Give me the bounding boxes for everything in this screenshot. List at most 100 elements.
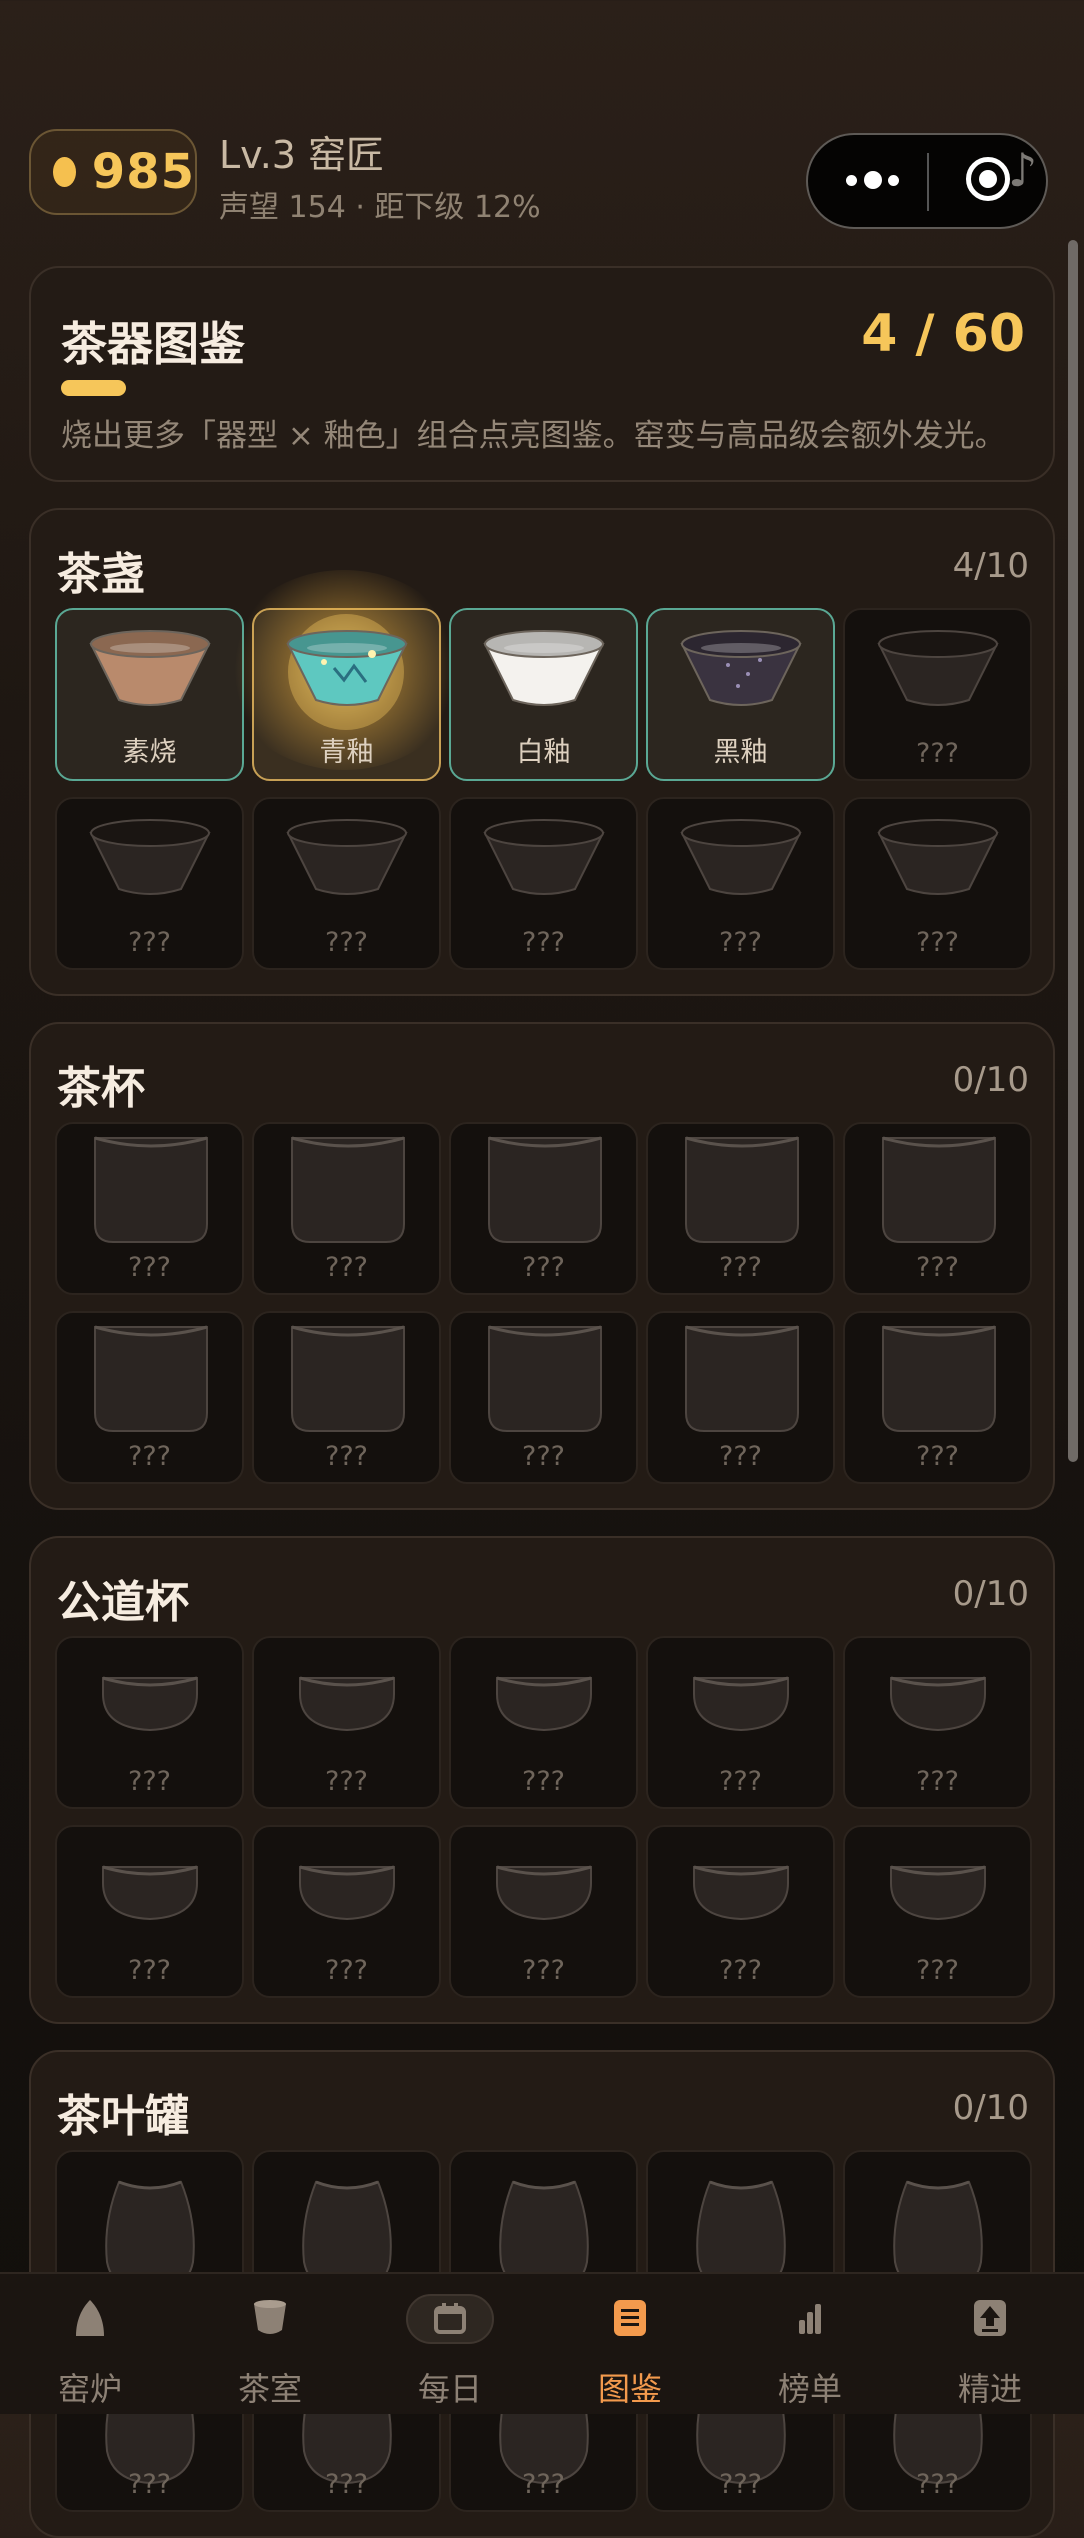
tab-label: 精进: [957, 2370, 1022, 2408]
level-title: Lv.3 窑匠: [219, 133, 385, 177]
catalog-item[interactable]: ???: [646, 1636, 835, 1809]
music-note-icon: ♪: [1008, 143, 1038, 197]
tab-kiln[interactable]: 窑炉: [0, 2274, 180, 2414]
section-tea-cup: 茶杯 0/10 ??? ??? ??? ??? ??? ??? ??? ??? …: [29, 1022, 1055, 1510]
catalog-item-label: ???: [719, 1252, 762, 1283]
section-title: 茶叶罐: [57, 2091, 189, 2142]
catalog-item[interactable]: ???: [252, 1825, 441, 1998]
catalog-icon: [614, 2300, 646, 2336]
tab-label: 榜单: [777, 2370, 842, 2408]
tab-upgrade[interactable]: 精进: [900, 2274, 1080, 2414]
tab-label: 茶室: [237, 2370, 302, 2408]
catalog-item[interactable]: 素烧: [55, 608, 244, 781]
scrollbar[interactable]: [1068, 240, 1078, 1462]
catalog-item-label: 素烧: [122, 737, 177, 768]
catalog-item[interactable]: ???: [646, 1122, 835, 1295]
catalog-item[interactable]: ???: [843, 1122, 1032, 1295]
section-title: 公道杯: [57, 1577, 189, 1628]
catalog-item-label: ???: [522, 2469, 565, 2500]
catalog-title: 茶器图鉴: [61, 317, 245, 371]
section-title: 茶杯: [57, 1063, 145, 1114]
catalog-item-label: ???: [916, 738, 959, 769]
upgrade-icon: [974, 2300, 1006, 2336]
section-fair-cup: 公道杯 0/10 ??? ??? ??? ??? ??? ??? ??? ???…: [29, 1536, 1055, 2024]
bottom-tab-bar: 窑炉 茶室 每日 图鉴 榜单 精进: [0, 2272, 1084, 2414]
catalog-item[interactable]: ???: [55, 1311, 244, 1484]
catalog-item[interactable]: ???: [843, 608, 1032, 781]
catalog-item-label: 黑釉: [713, 737, 768, 768]
catalog-item-label: ???: [522, 1955, 565, 1986]
catalog-item[interactable]: 白釉: [449, 608, 638, 781]
catalog-item[interactable]: ???: [252, 1311, 441, 1484]
catalog-item[interactable]: ???: [252, 1122, 441, 1295]
catalog-item-label: ???: [719, 927, 762, 958]
catalog-item-label: ???: [719, 1766, 762, 1797]
mini-program-capsule: ♪: [806, 133, 1048, 229]
ranking-icon: [799, 2304, 821, 2334]
section-count: 0/10: [952, 1574, 1029, 1614]
catalog-item[interactable]: ???: [55, 797, 244, 970]
tab-daily[interactable]: 每日: [360, 2274, 540, 2414]
catalog-item[interactable]: ???: [449, 1311, 638, 1484]
catalog-item[interactable]: ???: [449, 1636, 638, 1809]
catalog-item[interactable]: ???: [449, 1122, 638, 1295]
catalog-item[interactable]: ???: [449, 797, 638, 970]
catalog-item-label: 青釉: [319, 737, 374, 768]
more-dots-icon[interactable]: [840, 165, 904, 197]
catalog-item-label: ???: [325, 1252, 368, 1283]
capsule-divider: [927, 153, 929, 211]
catalog-item-label: ???: [325, 1766, 368, 1797]
catalog-item-label: ???: [128, 1766, 171, 1797]
catalog-item[interactable]: ???: [449, 1825, 638, 1998]
coin-icon: [53, 157, 76, 187]
catalog-item-label: ???: [128, 1252, 171, 1283]
tea-cup-icon: [254, 2300, 286, 2334]
tab-label: 窑炉: [57, 2370, 122, 2408]
catalog-item-label: ???: [719, 1441, 762, 1472]
catalog-item-label: ???: [325, 2469, 368, 2500]
section-count: 0/10: [952, 2088, 1029, 2128]
catalog-item-label: ???: [325, 1441, 368, 1472]
record-target-icon[interactable]: [966, 157, 1010, 201]
catalog-item[interactable]: ???: [843, 1636, 1032, 1809]
catalog-item-label: ???: [916, 1441, 959, 1472]
catalog-item-label: ???: [916, 2469, 959, 2500]
tab-tea-room[interactable]: 茶室: [180, 2274, 360, 2414]
catalog-item[interactable]: 黑釉: [646, 608, 835, 781]
catalog-item[interactable]: ???: [646, 1311, 835, 1484]
catalog-item[interactable]: ???: [843, 1311, 1032, 1484]
catalog-item[interactable]: ???: [646, 1825, 835, 1998]
catalog-item[interactable]: ???: [55, 1825, 244, 1998]
section-tea-bowl: 茶盏 4/10 素烧 青釉 白釉 黑釉 ??? ??? ??? ??? ??? …: [29, 508, 1055, 996]
catalog-item[interactable]: ???: [843, 1825, 1032, 1998]
catalog-item-label: ???: [128, 2469, 171, 2500]
catalog-item[interactable]: ???: [646, 797, 835, 970]
catalog-description: 烧出更多「器型 × 釉色」组合点亮图鉴。窑变与高品级会额外发光。: [61, 418, 1006, 454]
tab-catalog[interactable]: 图鉴: [540, 2274, 720, 2414]
catalog-item-label: ???: [916, 1955, 959, 1986]
coin-balance[interactable]: 985: [29, 129, 197, 215]
catalog-item-label: 白釉: [516, 737, 571, 768]
catalog-item-label: ???: [522, 1441, 565, 1472]
catalog-item-label: ???: [916, 1766, 959, 1797]
section-count: 0/10: [952, 1060, 1029, 1100]
catalog-item-label: ???: [128, 1441, 171, 1472]
catalog-item[interactable]: ???: [55, 1636, 244, 1809]
calendar-icon: [434, 2303, 466, 2334]
catalog-summary-card: 茶器图鉴 4 / 60 烧出更多「器型 × 釉色」组合点亮图鉴。窑变与高品级会额…: [29, 266, 1055, 482]
catalog-item-label: ???: [719, 1955, 762, 1986]
catalog-item-label: ???: [128, 927, 171, 958]
catalog-item[interactable]: ???: [55, 1122, 244, 1295]
catalog-item-label: ???: [522, 1252, 565, 1283]
catalog-item-label: ???: [719, 2469, 762, 2500]
catalog-item-label: ???: [325, 927, 368, 958]
catalog-item[interactable]: 青釉: [224, 570, 464, 781]
item-grid: ??? ??? ??? ??? ??? ??? ??? ??? ??? ???: [55, 1122, 1032, 1484]
catalog-count: 4 / 60: [861, 304, 1025, 364]
catalog-item[interactable]: ???: [252, 1636, 441, 1809]
tab-label: 图鉴: [597, 2370, 662, 2408]
section-title: 茶盏: [57, 549, 145, 600]
tab-ranking[interactable]: 榜单: [720, 2274, 900, 2414]
catalog-item[interactable]: ???: [843, 797, 1032, 970]
catalog-item[interactable]: ???: [252, 797, 441, 970]
